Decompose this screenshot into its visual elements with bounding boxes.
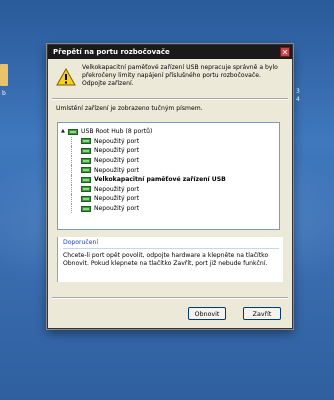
tree-connector-line	[71, 155, 72, 166]
port-label: Nepoužitý port	[94, 166, 140, 174]
recommendation-panel: Doporučení Chcete-li port opět povolit, …	[57, 237, 283, 282]
tree-connector-line	[71, 146, 72, 156]
warning-icon	[56, 67, 76, 86]
tree-root-row[interactable]: ▲ USB Root Hub (8 portů)	[58, 127, 279, 137]
refresh-button[interactable]: Obnovit	[188, 307, 226, 320]
location-note: Umístění zařízení je zobrazeno tučným pí…	[56, 105, 203, 112]
usb-port-icon	[81, 138, 91, 145]
tree-row-port-6[interactable]: Nepoužitý port	[58, 184, 279, 195]
port-label: Nepoužitý port	[94, 157, 140, 165]
tree-row-port-4[interactable]: Nepoužitý port	[58, 165, 279, 175]
usb-device-tree[interactable]: ▲ USB Root Hub (8 portů) Nepoužitý port …	[57, 122, 280, 230]
desktop-caption-right-1: 3	[296, 88, 300, 95]
message-area: Velkokapacitní paměťové zařízení USB nep…	[52, 64, 288, 98]
port-label: Nepoužitý port	[94, 195, 140, 203]
tree-connector-line	[71, 194, 72, 204]
mass-storage-label: Velkokapacitní paměťové zařízení USB	[94, 176, 226, 184]
expand-icon[interactable]: ▲	[61, 129, 66, 134]
tree-row-port-7[interactable]: Nepoužitý port	[58, 194, 279, 204]
warning-message: Velkokapacitní paměťové zařízení USB nep…	[82, 64, 278, 87]
usb-port-icon	[81, 157, 91, 164]
tree-row-port-8[interactable]: Nepoužitý port	[58, 203, 279, 214]
tree-row-port-3[interactable]: Nepoužitý port	[58, 155, 279, 166]
tree-connector-line	[71, 203, 72, 214]
usb-port-icon	[81, 147, 91, 154]
tree-connector-line	[71, 136, 72, 147]
root-hub-label: USB Root Hub (8 portů)	[81, 128, 153, 136]
port-label: Nepoužitý port	[94, 147, 140, 155]
tree-row-mass-storage[interactable]: Velkokapacitní paměťové zařízení USB	[58, 174, 279, 185]
close-button[interactable]: Zavřít	[243, 307, 281, 320]
tree-connector-line	[71, 184, 72, 195]
folder-icon[interactable]	[0, 64, 8, 86]
tree-row-port-1[interactable]: Nepoužitý port	[58, 136, 279, 147]
recommendation-title: Doporučení	[63, 239, 99, 246]
usb-hub-icon	[68, 128, 78, 135]
tree-connector-line	[71, 174, 72, 185]
usb-storage-icon	[81, 176, 91, 183]
port-label: Nepoužitý port	[94, 185, 140, 193]
usb-port-icon	[81, 186, 91, 193]
usb-port-icon	[81, 195, 91, 202]
desktop-caption-right-2: 4	[296, 96, 300, 103]
port-label: Nepoužitý port	[94, 137, 140, 145]
dialog-title: Přepětí na portu rozbočovače	[53, 48, 170, 56]
tree-connector-line	[71, 165, 72, 175]
dialog-titlebar[interactable]: Přepětí na portu rozbočovače ✕	[48, 45, 292, 59]
usb-port-icon	[81, 167, 91, 174]
divider	[52, 98, 288, 100]
close-icon[interactable]: ✕	[280, 47, 290, 57]
tree-row-port-2[interactable]: Nepoužitý port	[58, 146, 279, 156]
usb-overcurrent-dialog: Přepětí na portu rozbočovače ✕ Velkokapa…	[47, 44, 293, 329]
divider	[52, 297, 288, 299]
recommendation-text: Chcete-li port opět povolit, odpojte har…	[63, 252, 269, 267]
desktop-caption-left: b	[2, 90, 6, 97]
usb-port-icon	[81, 205, 91, 212]
port-label: Nepoužitý port	[94, 205, 140, 213]
